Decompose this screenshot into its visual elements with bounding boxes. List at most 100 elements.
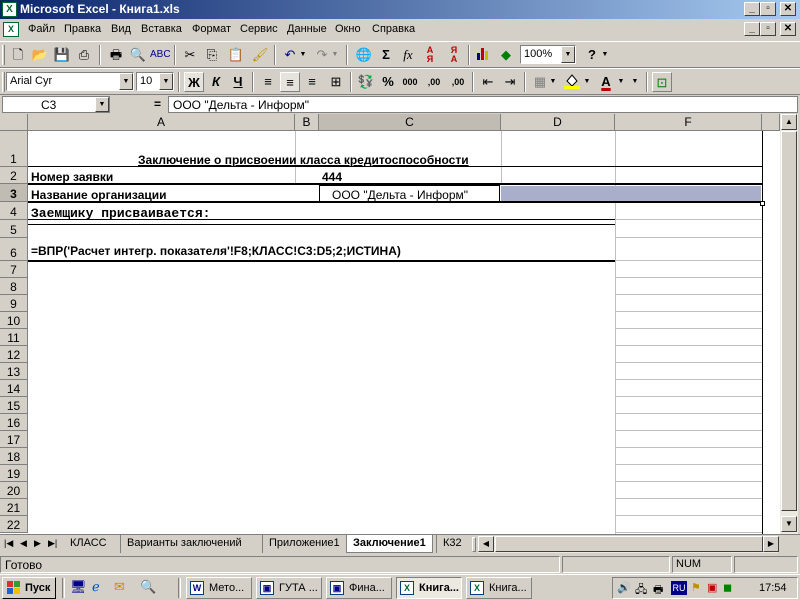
font-size-select[interactable]: 10 ▼ <box>136 72 174 91</box>
menu-window[interactable]: Окно <box>335 23 361 35</box>
horizontal-scrollbar[interactable]: ◀ ▶ <box>478 536 779 553</box>
task-excel-active[interactable]: X Книга... <box>396 577 462 599</box>
row-header-17[interactable]: 17 <box>0 431 28 448</box>
row-header-9[interactable]: 9 <box>0 295 28 312</box>
chevron-down-icon[interactable]: ▼ <box>119 73 133 90</box>
font-select[interactable]: Arial Cyr ▼ <box>6 72 134 91</box>
print-preview-icon[interactable]: 🔍 <box>128 45 148 65</box>
h-scroll-thumb[interactable] <box>495 536 763 552</box>
network-icon[interactable]: 🖧 <box>635 581 647 600</box>
minimize-button[interactable]: _ <box>744 2 760 16</box>
menu-data[interactable]: Данные <box>287 23 327 35</box>
doc-restore-button[interactable]: ▫ <box>760 22 776 36</box>
scroll-down-icon[interactable]: ▼ <box>781 516 797 532</box>
borders-dropdown-icon[interactable]: ▼ <box>548 72 558 92</box>
tab-variants[interactable]: Варианты заключений <box>120 535 248 553</box>
ie-icon[interactable]: ℯ <box>92 579 100 595</box>
vertical-scrollbar[interactable]: ▲ ▼ <box>780 114 798 534</box>
tray-app-icon-2[interactable]: ▣ <box>707 581 717 594</box>
row-header-14[interactable]: 14 <box>0 380 28 397</box>
percent-button[interactable]: % <box>378 72 398 92</box>
align-right-icon[interactable]: ≡ <box>302 72 322 92</box>
volume-icon[interactable]: 🔊 <box>617 581 631 594</box>
language-indicator[interactable]: RU <box>671 581 687 595</box>
italic-button[interactable]: К <box>206 72 226 92</box>
paste-icon[interactable]: 📋 <box>226 45 246 65</box>
menu-help[interactable]: Справка <box>372 23 415 35</box>
fill-dropdown-icon[interactable]: ▼ <box>582 72 592 92</box>
scroll-left-icon[interactable]: ◀ <box>478 536 494 552</box>
menu-tools[interactable]: Сервис <box>240 23 278 35</box>
open-icon[interactable]: 📂 <box>30 45 50 65</box>
more-buttons-icon[interactable]: ▼ <box>630 72 640 92</box>
cut-icon[interactable]: ✂ <box>180 45 200 65</box>
scroll-right-icon[interactable]: ▶ <box>763 536 779 552</box>
font-color-dropdown-icon[interactable]: ▼ <box>616 72 626 92</box>
menu-file[interactable]: Файл <box>28 23 55 35</box>
copy-icon[interactable]: ⎘ <box>202 45 222 65</box>
task-word[interactable]: W Мето... <box>186 577 252 599</box>
tray-app-icon[interactable]: ⚑ <box>691 581 701 594</box>
show-desktop-icon[interactable]: 🖥 <box>70 579 87 595</box>
chevron-down-icon[interactable]: ▼ <box>561 46 575 63</box>
decrease-indent-icon[interactable]: ⇤ <box>478 72 498 92</box>
row-header-20[interactable]: 20 <box>0 482 28 499</box>
tab-prev-icon[interactable]: ◀ <box>20 538 27 549</box>
tab-splitter[interactable] <box>472 537 476 552</box>
help-dropdown-icon[interactable]: ▼ <box>600 45 610 65</box>
doc-minimize-button[interactable]: _ <box>744 22 760 36</box>
row-header-2[interactable]: 2 <box>0 167 28 184</box>
column-header-d[interactable]: D <box>501 114 615 131</box>
clock[interactable]: 17:54 <box>759 582 787 594</box>
increase-indent-icon[interactable]: ⇥ <box>500 72 520 92</box>
undo-icon[interactable]: ↶ <box>280 45 300 65</box>
chevron-down-icon[interactable]: ▼ <box>159 73 173 90</box>
merge-center-icon[interactable]: ⊞ <box>326 72 346 92</box>
macro-icon[interactable]: ⊡ <box>652 72 672 92</box>
menu-insert[interactable]: Вставка <box>141 23 182 35</box>
redo-icon[interactable]: ↷ <box>312 45 332 65</box>
decrease-decimal-button[interactable]: ,00 <box>448 72 468 92</box>
start-button[interactable]: Пуск <box>2 577 56 599</box>
row-header-18[interactable]: 18 <box>0 448 28 465</box>
row-header-13[interactable]: 13 <box>0 363 28 380</box>
tab-klass[interactable]: КЛАСС <box>64 535 113 553</box>
tab-appendix1[interactable]: Приложение1 <box>262 535 346 553</box>
document-icon[interactable]: X <box>3 22 19 37</box>
sort-ascending-icon[interactable]: АЯ <box>420 45 440 65</box>
redo-dropdown-icon[interactable]: ▼ <box>330 45 340 65</box>
printer-tray-icon[interactable]: 🖶 <box>653 581 663 600</box>
formula-input[interactable]: ООО "Дельта - Информ" <box>168 96 798 113</box>
print-icon[interactable]: 🖶 <box>106 45 126 65</box>
undo-dropdown-icon[interactable]: ▼ <box>298 45 308 65</box>
underline-button[interactable]: Ч <box>228 72 248 92</box>
column-header-g[interactable] <box>762 114 780 131</box>
search-icon[interactable]: 🔍 <box>140 579 156 595</box>
column-header-f[interactable]: F <box>615 114 762 131</box>
column-header-a[interactable]: A <box>28 114 295 131</box>
row-header-4[interactable]: 4 <box>0 202 28 220</box>
currency-icon[interactable]: 💱 <box>356 72 376 92</box>
tab-k32[interactable]: К32 <box>436 535 468 553</box>
help-icon[interactable]: ? <box>582 45 602 65</box>
zoom-select[interactable]: 100% ▼ <box>520 45 576 64</box>
new-icon[interactable]: 🗋 <box>8 45 28 65</box>
scroll-thumb[interactable] <box>781 131 797 511</box>
doc-close-button[interactable]: ✕ <box>780 22 796 36</box>
menu-format[interactable]: Формат <box>192 23 231 35</box>
spelling-icon[interactable]: ABC <box>150 45 170 65</box>
align-left-icon[interactable]: ≡ <box>258 72 278 92</box>
scroll-up-icon[interactable]: ▲ <box>781 114 797 130</box>
cell-a3[interactable]: Название организации <box>31 188 167 202</box>
task-guta[interactable]: ▣ ГУТА ... <box>256 577 322 599</box>
row-header-1[interactable]: 1 <box>0 131 28 167</box>
tab-first-icon[interactable]: |◀ <box>4 538 13 549</box>
row-header-22[interactable]: 22 <box>0 516 28 533</box>
row-header-11[interactable]: 11 <box>0 329 28 346</box>
format-painter-icon[interactable]: 🖌 <box>250 45 270 65</box>
select-all-corner[interactable] <box>0 114 28 131</box>
permission-icon[interactable]: ⎙ <box>74 45 94 65</box>
save-icon[interactable]: 💾 <box>52 45 72 65</box>
toolbar-grip[interactable] <box>2 72 5 92</box>
drawing-icon[interactable]: ◆ <box>496 45 516 65</box>
